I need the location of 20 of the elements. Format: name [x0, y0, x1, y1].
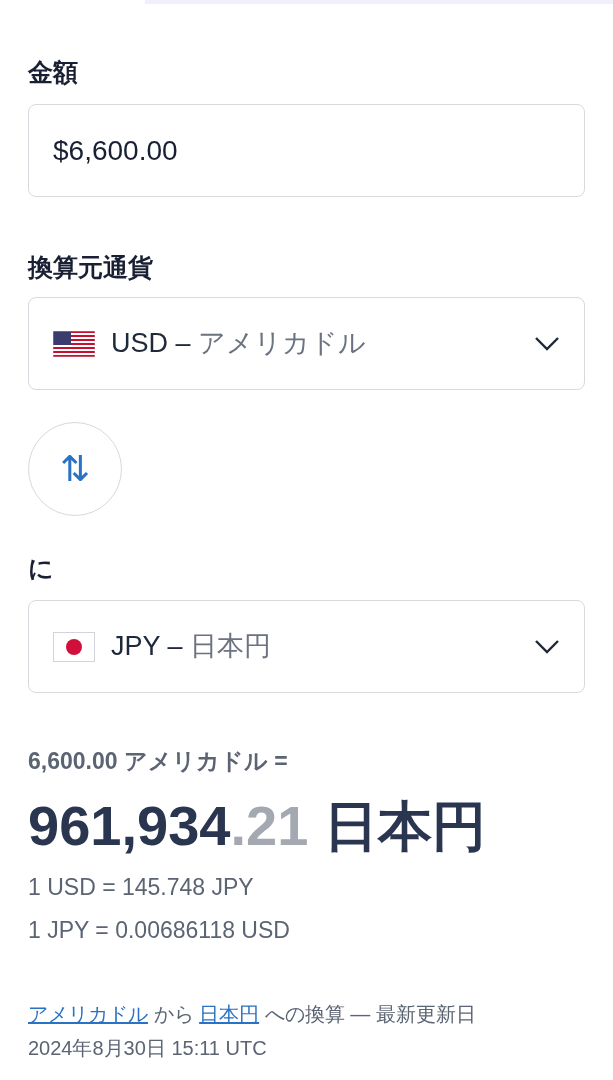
exchange-rate: 1 USD = 145.748 JPY	[28, 873, 255, 902]
amount-field[interactable]: $6,600.00	[28, 104, 585, 197]
amount-decimals: .21	[230, 793, 309, 859]
field-label: に	[28, 553, 55, 584]
field-label: 金額	[28, 57, 79, 88]
currency-link[interactable]: アメリカドル	[28, 1003, 148, 1025]
currency-select[interactable]: JPY – 日本円	[28, 600, 585, 693]
exchange-rate: 1 JPY = 0.00686118 USD	[28, 916, 291, 945]
field-label: 換算元通貨	[28, 252, 154, 283]
chevron-down-icon	[534, 638, 560, 655]
currency-link[interactable]: 日本円	[199, 1003, 260, 1025]
update-note: アメリカドル から 日本円 への換算 — 最新更新日 2024年8月30日 15:11 UTC	[28, 1002, 477, 1061]
conversion-summary: 6,600.00 アメリカドル =	[28, 747, 289, 776]
converted-amount: 961,934	[28, 793, 231, 859]
currency-select[interactable]: USD – アメリカドル	[28, 297, 585, 390]
currency-unit: 日本円	[324, 795, 487, 858]
chevron-down-icon	[534, 335, 560, 352]
flag-icon	[53, 330, 95, 357]
swap-button[interactable]: ⇅	[28, 422, 122, 516]
flag-icon	[53, 631, 95, 662]
